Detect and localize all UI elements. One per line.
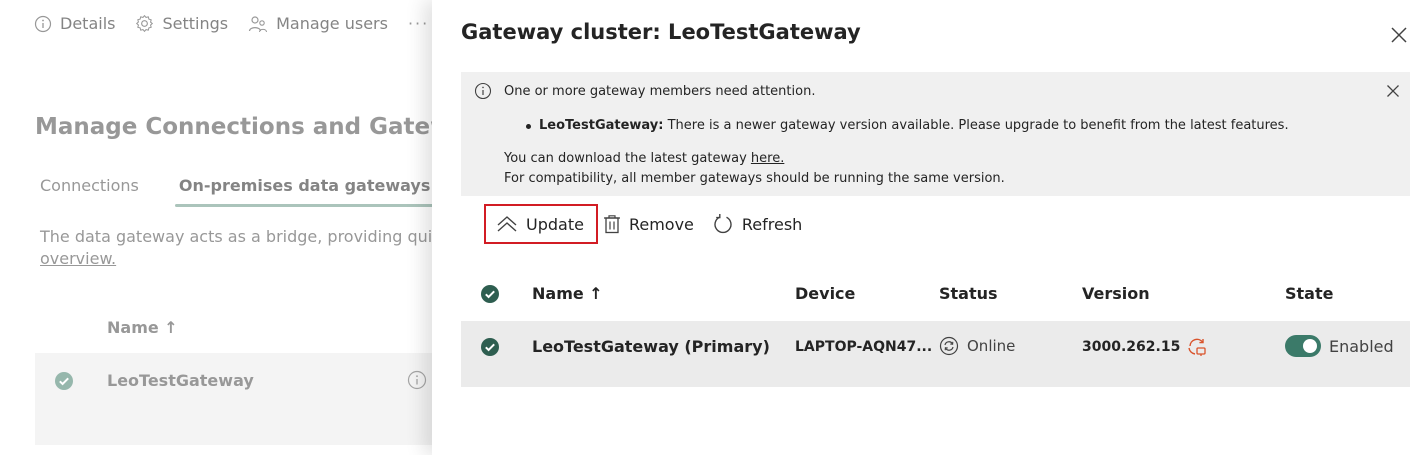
overlay-shade [0,0,440,455]
enabled-toggle[interactable] [1285,335,1321,357]
column-header-name[interactable]: Name ↑ [532,284,603,303]
compatibility-note: For compatibility, all member gateways s… [504,171,1005,186]
update-available-icon[interactable] [1186,336,1208,358]
refresh-icon [714,214,732,234]
close-icon[interactable] [1390,26,1408,44]
column-header-status[interactable]: Status [939,284,998,303]
panel-toolbar: Update Remove Refresh [484,204,802,244]
member-state: Enabled [1285,335,1394,357]
refresh-label: Refresh [741,214,803,234]
column-header-device[interactable]: Device [795,284,855,303]
attention-message-bar: One or more gateway members need attenti… [461,72,1410,196]
remove-button[interactable]: Remove [603,204,694,244]
dismiss-message-icon[interactable] [1386,84,1400,98]
download-link[interactable]: here. [751,151,784,166]
update-label: Update [526,214,584,234]
member-name: LeoTestGateway (Primary) [532,337,770,356]
refresh-button[interactable]: Refresh [712,204,802,244]
row-checkbox[interactable] [480,337,500,361]
member-version: 3000.262.15 [1082,336,1208,358]
member-status-text: Online [967,337,1016,355]
select-all-checkbox[interactable] [480,284,500,308]
message-title: One or more gateway members need attenti… [504,84,816,99]
download-line: You can download the latest gateway here… [504,151,784,166]
bullet-gateway-name: LeoTestGateway: [539,118,664,133]
background-page: Details Settings Manage users ··· Manage… [0,0,495,455]
member-status: Online [939,336,1015,356]
panel-title: Gateway cluster: LeoTestGateway [461,20,861,44]
member-state-text: Enabled [1329,336,1394,356]
message-bullet: LeoTestGateway: There is a newer gateway… [526,118,1289,133]
remove-label: Remove [628,214,694,234]
trash-icon [603,215,620,234]
member-version-text: 3000.262.15 [1082,339,1181,355]
bullet-text: There is a newer gateway version availab… [663,118,1289,133]
column-header-state[interactable]: State [1285,284,1333,303]
sync-icon [939,336,959,356]
gateway-cluster-panel: Gateway cluster: LeoTestGateway One or m… [432,0,1428,455]
grid-header: Name ↑ Device Status Version State [461,282,1410,308]
double-chevron-up-icon [497,216,517,232]
update-button[interactable]: Update [484,204,598,244]
column-header-version[interactable]: Version [1082,284,1150,303]
table-row[interactable]: LeoTestGateway (Primary) LAPTOP-AQN47...… [461,321,1410,387]
download-text: You can download the latest gateway [504,151,751,166]
info-icon [474,82,492,100]
member-device: LAPTOP-AQN47... [795,339,933,355]
